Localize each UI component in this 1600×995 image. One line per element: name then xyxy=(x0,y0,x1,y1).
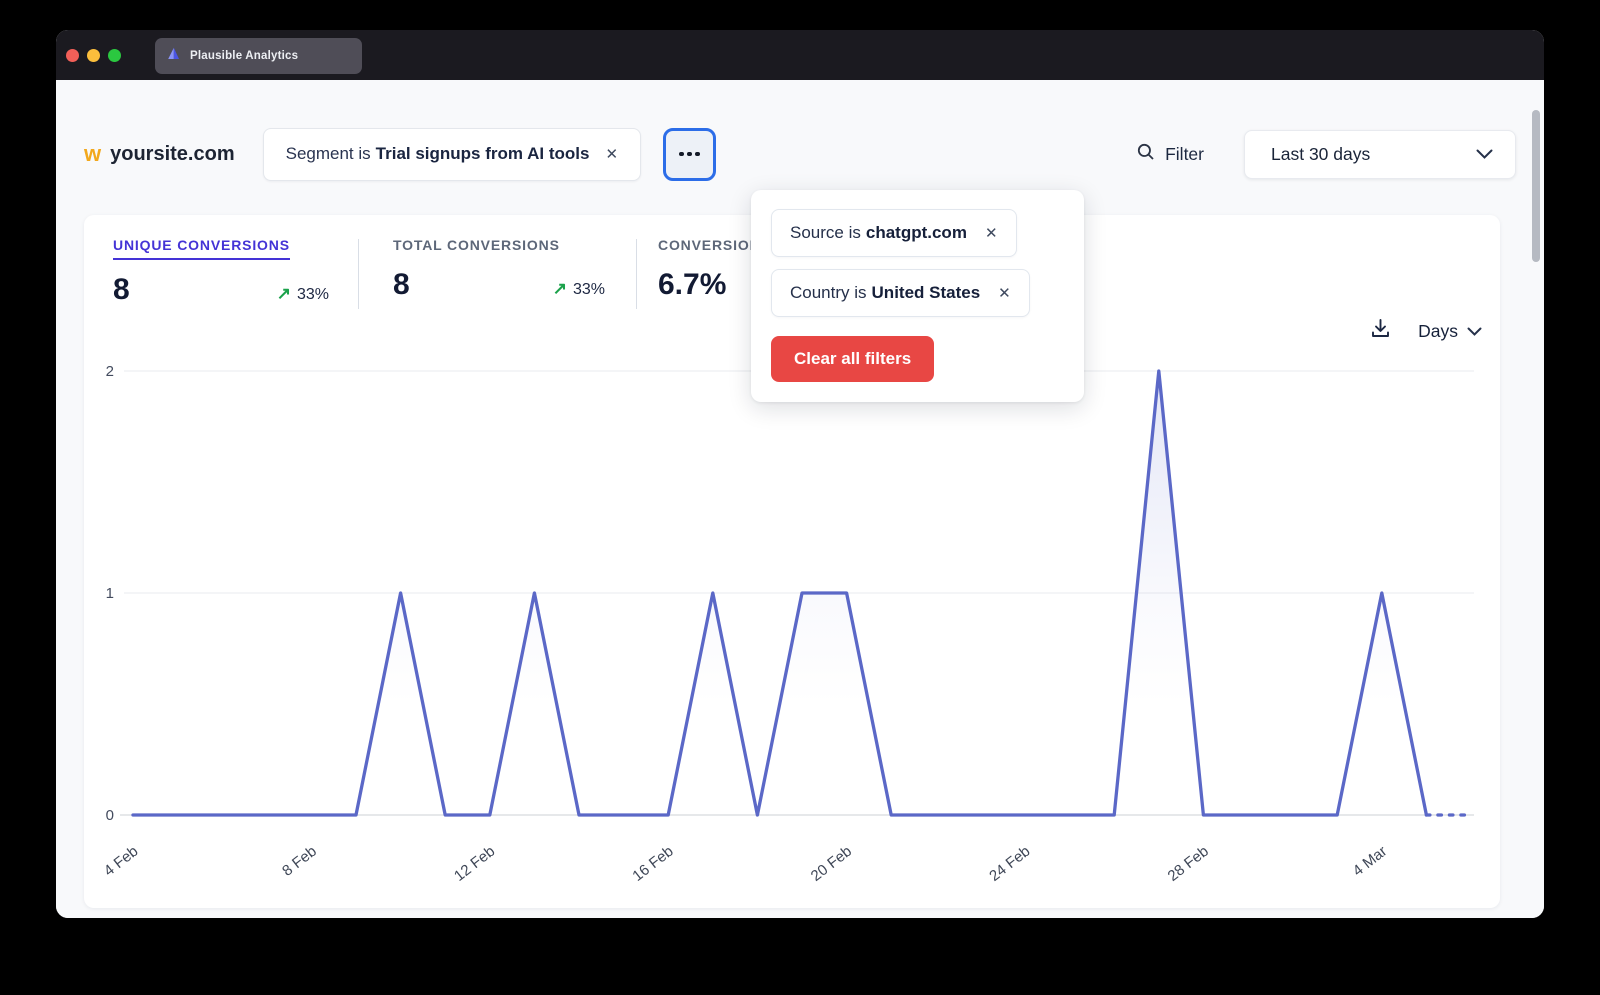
dashboard: w yoursite.com Segment is Trial signups … xyxy=(56,80,1544,918)
stats-divider xyxy=(358,239,359,309)
trend-up-arrow-icon: ↗ xyxy=(277,284,291,304)
scrollbar-thumb[interactable] xyxy=(1532,110,1540,262)
close-window-button[interactable] xyxy=(66,49,79,62)
tab-title: Plausible Analytics xyxy=(190,50,298,62)
svg-text:1: 1 xyxy=(106,585,114,602)
clear-all-filters-button[interactable]: Clear all filters xyxy=(771,336,934,382)
stat-change: ↗ 33% xyxy=(277,284,329,304)
chart-controls: Days xyxy=(1369,317,1482,345)
chevron-down-icon xyxy=(1467,321,1482,342)
filters-popup: Source is chatgpt.com ✕ Country is Unite… xyxy=(751,190,1084,402)
svg-text:20 Feb: 20 Feb xyxy=(808,843,855,885)
filter-prefix: Source is xyxy=(790,223,861,243)
source-filter-pill[interactable]: Source is chatgpt.com ✕ xyxy=(771,209,1017,257)
browser-tab[interactable]: Plausible Analytics xyxy=(155,38,362,74)
ellipsis-icon xyxy=(695,152,700,157)
svg-text:2: 2 xyxy=(106,363,114,380)
top-bar: w yoursite.com Segment is Trial signups … xyxy=(84,127,1516,181)
stats-divider xyxy=(636,239,637,309)
site-favicon: w xyxy=(84,143,101,165)
filter-button[interactable]: Filter xyxy=(1136,142,1204,167)
date-range-dropdown[interactable]: Last 30 days xyxy=(1244,130,1516,179)
stat-value: 8 xyxy=(393,268,410,302)
download-export-icon[interactable] xyxy=(1369,317,1392,345)
stat-unique-conversions: UNIQUE CONVERSIONS 8 ↗ 33% xyxy=(113,237,329,307)
filter-value: United States xyxy=(872,283,981,303)
date-range-value: Last 30 days xyxy=(1271,144,1370,165)
filter-value: chatgpt.com xyxy=(866,223,967,243)
segment-filter-value: Trial signups from AI tools xyxy=(376,144,590,164)
stat-value: 8 xyxy=(113,273,130,307)
filter-label: Filter xyxy=(1165,144,1204,165)
interval-value: Days xyxy=(1418,321,1458,342)
stat-label-total-conversions[interactable]: TOTAL CONVERSIONS xyxy=(393,237,560,253)
svg-text:4 Feb: 4 Feb xyxy=(101,843,142,880)
svg-text:0: 0 xyxy=(106,807,114,824)
ellipsis-icon xyxy=(687,152,692,157)
segment-filter-prefix: Segment is xyxy=(286,144,371,164)
ellipsis-icon xyxy=(679,152,684,157)
svg-text:24 Feb: 24 Feb xyxy=(986,843,1033,885)
svg-text:12 Feb: 12 Feb xyxy=(451,843,498,885)
plausible-favicon-icon xyxy=(166,46,181,66)
svg-text:16 Feb: 16 Feb xyxy=(629,843,676,885)
svg-text:4 Mar: 4 Mar xyxy=(1350,843,1391,880)
interval-dropdown[interactable]: Days xyxy=(1418,321,1482,342)
filter-prefix: Country is xyxy=(790,283,867,303)
zoom-window-button[interactable] xyxy=(108,49,121,62)
browser-window: Plausible Analytics w yoursite.com Segme… xyxy=(56,30,1544,918)
site-name: yoursite.com xyxy=(110,143,234,166)
stat-value: 6.7% xyxy=(658,268,726,302)
minimize-window-button[interactable] xyxy=(87,49,100,62)
more-filters-button[interactable] xyxy=(663,128,716,181)
remove-country-filter-icon[interactable]: ✕ xyxy=(998,284,1011,302)
titlebar: Plausible Analytics xyxy=(56,30,1544,80)
segment-filter-pill[interactable]: Segment is Trial signups from AI tools ✕ xyxy=(263,128,641,181)
search-icon xyxy=(1136,142,1156,167)
stat-label-unique-conversions[interactable]: UNIQUE CONVERSIONS xyxy=(113,237,290,260)
trend-up-arrow-icon: ↗ xyxy=(553,279,567,299)
conversions-line-chart: 0124 Feb8 Feb12 Feb16 Feb20 Feb24 Feb28 … xyxy=(84,345,1500,901)
window-controls xyxy=(66,49,121,62)
remove-segment-filter-icon[interactable]: ✕ xyxy=(605,145,618,163)
stat-change-percent: 33% xyxy=(573,281,605,299)
remove-source-filter-icon[interactable]: ✕ xyxy=(985,224,998,242)
stat-change-percent: 33% xyxy=(297,286,329,304)
svg-text:28 Feb: 28 Feb xyxy=(1165,843,1212,885)
stat-total-conversions: TOTAL CONVERSIONS 8 ↗ 33% xyxy=(393,237,605,302)
svg-text:8 Feb: 8 Feb xyxy=(279,843,320,880)
chevron-down-icon xyxy=(1476,144,1493,165)
stat-change: ↗ 33% xyxy=(553,279,605,299)
country-filter-pill[interactable]: Country is United States ✕ xyxy=(771,269,1030,317)
